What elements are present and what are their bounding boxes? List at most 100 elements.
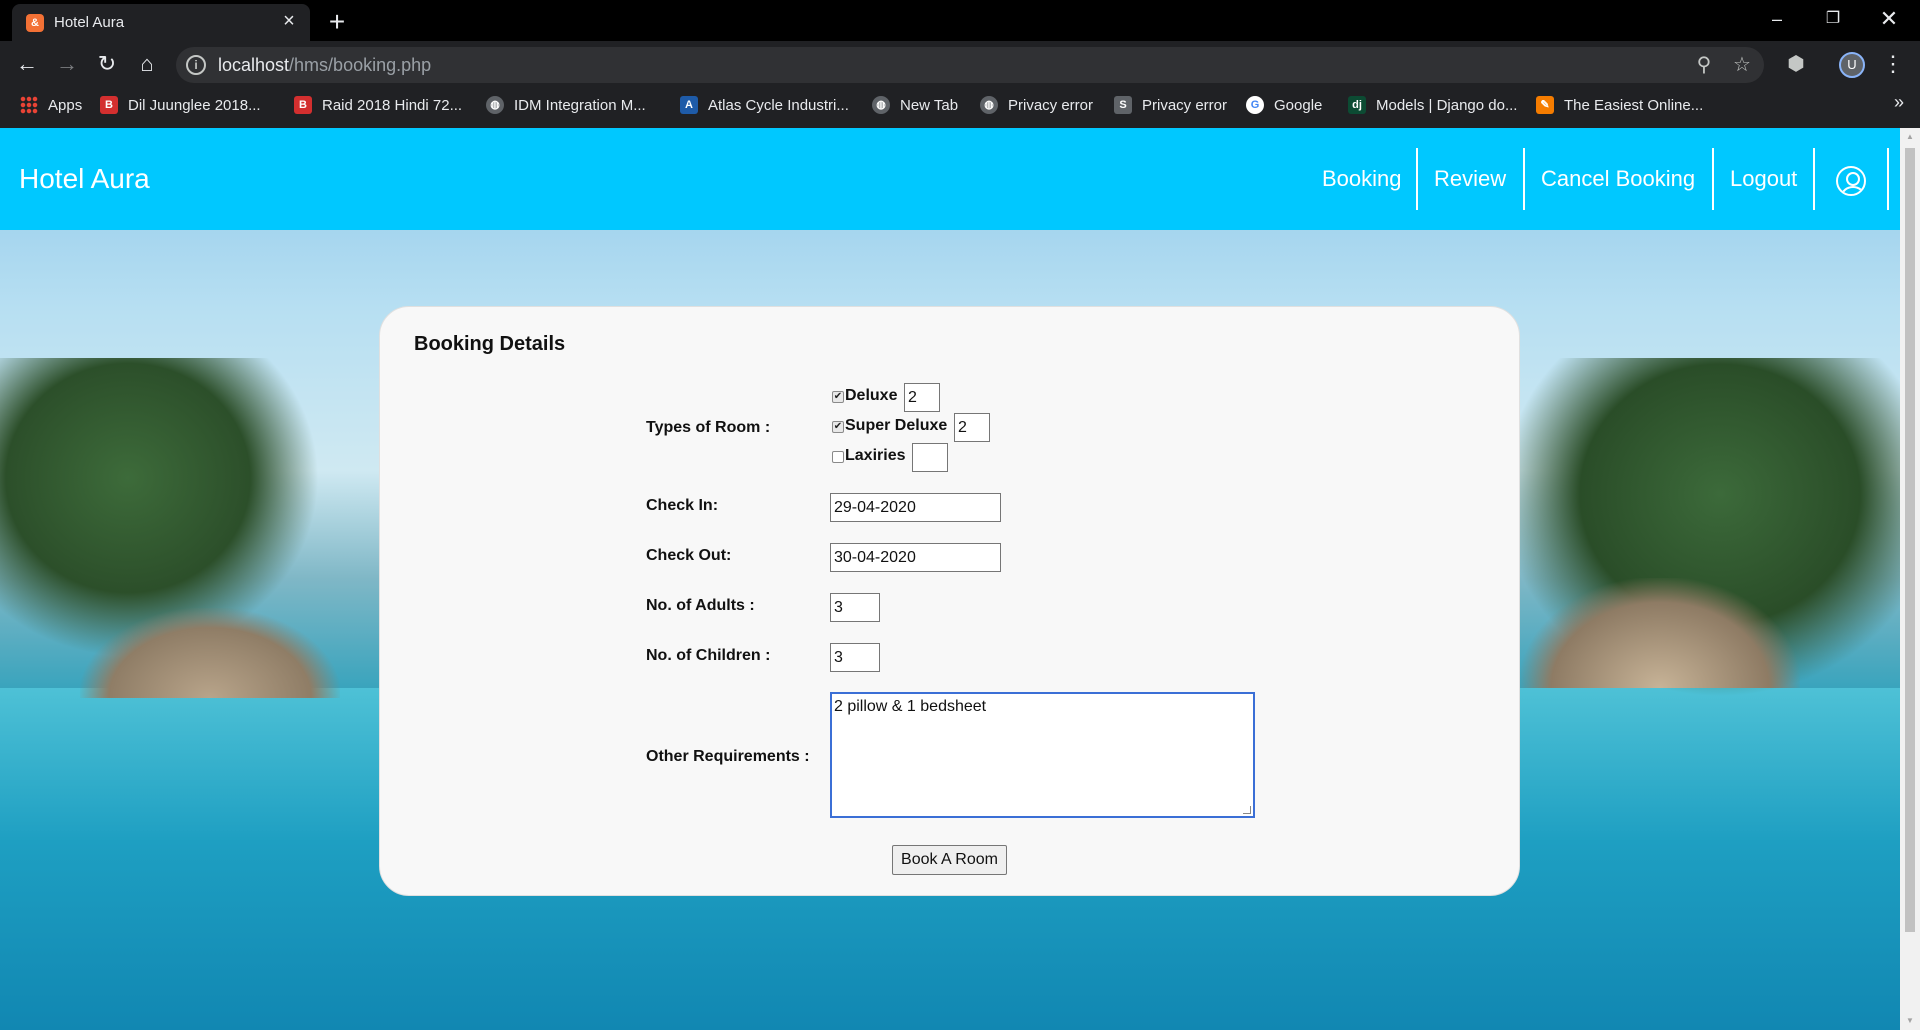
bookmark-item[interactable]: A Atlas Cycle Industri... [680,88,849,122]
orange-app-icon: ✎ [1536,96,1554,114]
google-icon: G [1246,96,1264,114]
nav-cancel-booking[interactable]: Cancel Booking [1525,148,1711,210]
bookmark-item[interactable]: ◍ New Tab [872,88,958,122]
deluxe-quantity-input[interactable] [904,383,940,412]
globe-icon: ◍ [486,96,504,114]
bookmark-item[interactable]: ◍ Privacy error [980,88,1093,122]
bookmark-item[interactable]: ◍ IDM Integration M... [486,88,646,122]
bookmark-item[interactable]: dj Models | Django do... [1348,88,1517,122]
browser-toolbar: ← → ↻ ⌂ i localhost/hms/booking.php ⚲ ☆ … [0,41,1920,88]
close-tab-icon[interactable]: × [278,10,300,32]
bookmark-label: Raid 2018 Hindi 72... [322,96,463,114]
brand-logo-text[interactable]: Hotel Aura [19,163,150,195]
minimize-icon[interactable]: – [1752,4,1802,34]
bookmark-label: Privacy error [1008,96,1094,114]
url-path: /hms/booking.php [289,55,432,75]
restore-icon[interactable]: ❐ [1808,4,1858,34]
adults-input[interactable] [830,593,880,622]
nav-logout[interactable]: Logout [1714,148,1813,210]
bookmark-item[interactable]: B Dil Juunglee 2018... [100,88,261,122]
super-deluxe-quantity-input[interactable] [954,413,990,442]
zoom-icon[interactable]: ⚲ [1692,53,1716,77]
sbi-icon: S [1114,96,1132,114]
adults-label: No. of Adults : [646,597,755,614]
check-in-label: Check In: [646,497,719,514]
super-deluxe-label: Super Deluxe [845,417,948,434]
book-room-button[interactable]: Book A Room [892,845,1007,875]
bookmark-label: The Easiest Online... [1564,96,1704,114]
bookmark-item[interactable]: S Privacy error [1114,88,1227,122]
reload-icon[interactable]: ↻ [92,49,122,79]
bookmark-label: Privacy error [1142,96,1228,114]
card-title: Booking Details [414,333,566,355]
requirements-label: Other Requirements : [646,748,810,765]
super-deluxe-checkbox[interactable]: ✔ [832,421,844,433]
bigflix-icon: B [100,96,118,114]
menu-dots-icon[interactable]: ⋮ [1882,50,1904,78]
bookmark-item[interactable]: G Google [1246,88,1322,122]
more-bookmarks-chevron-icon[interactable]: » [1894,92,1904,113]
scroll-up-arrow-icon[interactable]: ▲ [1905,132,1915,142]
laxiries-label: Laxiries [845,447,906,464]
url-host: localhost [218,55,290,75]
django-icon: dj [1348,96,1366,114]
apps-grid-icon [20,96,38,114]
site-navbar: Hotel Aura Booking Review Cancel Booking… [0,128,1900,230]
page-viewport: Hotel Aura Booking Review Cancel Booking… [0,128,1900,1030]
forward-arrow-icon[interactable]: → [52,49,82,79]
bookmark-item[interactable]: ✎ The Easiest Online... [1536,88,1703,122]
background-hut-left [80,608,340,698]
atlas-icon: A [680,96,698,114]
xampp-favicon-icon: & [26,14,44,32]
bigflix-icon: B [294,96,312,114]
bookmark-label: IDM Integration M... [514,96,646,114]
bookmark-label: New Tab [900,96,959,114]
address-bar[interactable]: i localhost/hms/booking.php ⚲ ☆ [176,47,1764,83]
bookmark-item[interactable]: B Raid 2018 Hindi 72... [294,88,462,122]
bookmark-label: Models | Django do... [1376,96,1518,114]
tab-title: Hotel Aura [54,14,125,31]
bookmark-label: Google [1274,96,1323,114]
check-out-input[interactable] [830,543,1001,572]
children-label: No. of Children : [646,647,771,664]
star-bookmark-icon[interactable]: ☆ [1730,53,1754,77]
back-arrow-icon[interactable]: ← [12,49,42,79]
check-in-input[interactable] [830,493,1001,522]
bookmark-label: Atlas Cycle Industri... [708,96,849,114]
check-out-label: Check Out: [646,547,732,564]
browser-tabstrip: & Hotel Aura × + – ❐ ✕ [0,0,1920,41]
resize-grip-icon[interactable] [1243,806,1251,814]
deluxe-checkbox[interactable]: ✔ [832,391,844,403]
new-tab-plus-icon[interactable]: + [322,7,352,37]
site-info-icon[interactable]: i [186,55,206,75]
requirements-text: 2 pillow & 1 bedsheet [834,698,987,715]
laxiries-quantity-input[interactable] [912,443,948,472]
nav-divider [1887,148,1889,210]
nav-review[interactable]: Review [1418,148,1522,210]
booking-card: Booking Details Types of Room : ✔ Deluxe… [379,306,1520,896]
room-types-label: Types of Room : [646,419,771,436]
nav-booking[interactable]: Booking [1306,148,1418,210]
deluxe-label: Deluxe [845,387,898,404]
bookmark-label: Apps [48,96,83,114]
browser-tab[interactable]: & Hotel Aura × [12,4,310,41]
nav-divider [1813,148,1815,210]
page-scrollbar[interactable]: ▲ ▼ [1900,128,1920,1030]
close-window-icon[interactable]: ✕ [1864,4,1914,34]
user-account-icon[interactable] [1836,166,1866,196]
url-text[interactable]: localhost/hms/booking.php [218,55,431,76]
globe-icon: ◍ [872,96,890,114]
bookmark-apps[interactable]: Apps [20,88,82,122]
home-icon[interactable]: ⌂ [132,49,162,79]
bookmark-label: Dil Juunglee 2018... [128,96,261,114]
extension-icon[interactable]: ⬢ [1785,53,1807,75]
scroll-thumb[interactable] [1905,148,1915,932]
scroll-down-arrow-icon[interactable]: ▼ [1905,1016,1915,1026]
profile-avatar[interactable]: U [1839,52,1865,78]
requirements-textarea[interactable]: 2 pillow & 1 bedsheet [830,692,1255,818]
laxiries-checkbox[interactable] [832,451,844,463]
bookmarks-bar: Apps B Dil Juunglee 2018... B Raid 2018 Hi… [0,88,1920,128]
globe-icon: ◍ [980,96,998,114]
children-input[interactable] [830,643,880,672]
background-hut-right [1520,578,1800,688]
